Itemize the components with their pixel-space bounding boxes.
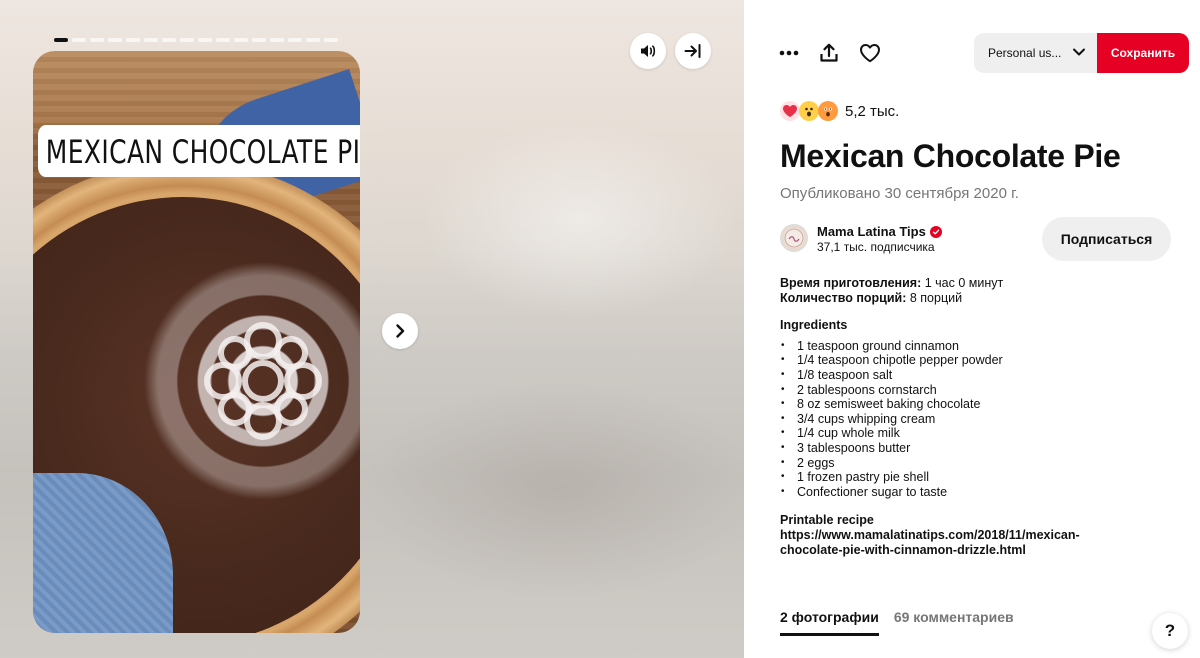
publish-date: Опубликовано 30 сентября 2020 г. xyxy=(780,185,1019,202)
ingredient-item: 8 oz semisweet baking chocolate xyxy=(780,397,1180,412)
expand-button[interactable] xyxy=(675,33,711,69)
reaction-count: 5,2 тыс. xyxy=(845,102,900,120)
story-progress-segment xyxy=(72,38,86,42)
story-progress-segment xyxy=(126,38,140,42)
story-progress-segment xyxy=(108,38,122,42)
prep-time-value: 1 час 0 минут xyxy=(921,276,1004,290)
pin-title: Mexican Chocolate Pie xyxy=(780,138,1121,174)
story-progress-segment xyxy=(144,38,158,42)
follow-button[interactable]: Подписаться xyxy=(1042,217,1171,261)
story-overlay-title: MEXICAN CHOCOLATE PIE xyxy=(38,125,360,177)
ellipsis-icon xyxy=(779,50,799,56)
story-progress-segment xyxy=(198,38,212,42)
story-progress-segment xyxy=(288,38,302,42)
background-blur xyxy=(360,380,744,600)
ingredients-list: 1 teaspoon ground cinnamon 1/4 teaspoon … xyxy=(780,339,1180,500)
creator-avatar[interactable] xyxy=(780,224,808,252)
ingredient-item: 1 teaspoon ground cinnamon xyxy=(780,339,1180,354)
creator-name[interactable]: Mama Latina Tips xyxy=(817,224,942,239)
ingredient-item: 3/4 cups whipping cream xyxy=(780,412,1180,427)
wow-reaction-icon xyxy=(799,101,819,121)
save-button[interactable]: Сохранить xyxy=(1097,33,1189,73)
prep-time-label: Время приготовления: xyxy=(780,276,922,290)
story-progress-segment xyxy=(90,38,104,42)
ingredient-item: 3 tablespoons butter xyxy=(780,441,1180,456)
verified-badge-icon xyxy=(929,225,942,238)
story-progress-bar xyxy=(54,38,338,42)
ingredient-item: 1/4 cup whole milk xyxy=(780,426,1180,441)
printable-recipe-link[interactable]: https://www.mamalatinatips.com/2018/11/m… xyxy=(780,528,1140,557)
story-progress-segment xyxy=(324,38,338,42)
tab-photos[interactable]: 2 фотографии xyxy=(780,609,879,636)
printable-recipe-heading: Printable recipe xyxy=(780,513,874,528)
prep-time-line: Время приготовления: 1 час 0 минут xyxy=(780,276,1180,291)
servings-value: 8 порций xyxy=(906,290,963,305)
story-progress-segment xyxy=(162,38,176,42)
mama-latina-logo-icon xyxy=(784,228,804,248)
story-progress-segment xyxy=(216,38,230,42)
ingredient-item: 1/8 teaspoon salt xyxy=(780,368,1180,383)
chevron-right-icon xyxy=(396,324,405,338)
pin-detail-panel: Personal us... Сохранить 5,2 тыс. Mexica… xyxy=(744,0,1200,658)
story-progress-segment xyxy=(180,38,194,42)
story-image[interactable]: MEXICAN CHOCOLATE PIE xyxy=(33,51,360,633)
servings-line: Количество порций: 8 порций xyxy=(780,291,1180,306)
ingredient-item: Confectioner sugar to taste xyxy=(780,485,1180,500)
background-blur xyxy=(420,120,740,320)
sound-button[interactable] xyxy=(630,33,666,69)
board-select-dropdown[interactable]: Personal us... xyxy=(974,33,1098,73)
servings-label: Количество порций: xyxy=(780,290,907,305)
ingredients-heading: Ingredients xyxy=(780,318,848,333)
pin-description: Время приготовления: 1 час 0 минут Колич… xyxy=(780,276,1180,557)
next-slide-button[interactable] xyxy=(382,313,418,349)
ingredient-item: 2 tablespoons cornstarch xyxy=(780,383,1180,398)
board-select-value: Personal us... xyxy=(988,46,1062,60)
arrow-to-right-icon xyxy=(684,44,701,58)
story-progress-segment xyxy=(306,38,320,42)
story-progress-segment xyxy=(54,38,68,42)
pin-tabs: 2 фотографии 69 комментариев xyxy=(780,609,1014,636)
help-button[interactable]: ? xyxy=(1152,613,1188,649)
heart-icon xyxy=(860,44,880,63)
pin-media-panel: MEXICAN CHOCOLATE PIE xyxy=(0,0,744,658)
reactions-summary[interactable]: 5,2 тыс. xyxy=(780,101,899,121)
story-progress-segment xyxy=(234,38,248,42)
speaker-icon xyxy=(641,45,656,57)
ingredient-item: 2 eggs xyxy=(780,456,1180,471)
tab-comments[interactable]: 69 комментариев xyxy=(894,609,1014,636)
heart-reaction-icon xyxy=(780,101,800,121)
follower-count: 37,1 тыс. подписчика xyxy=(817,240,935,254)
ingredient-item: 1/4 teaspoon chipotle pepper powder xyxy=(780,353,1180,368)
story-progress-segment xyxy=(270,38,284,42)
like-button[interactable] xyxy=(856,39,884,67)
creator-name-text[interactable]: Mama Latina Tips xyxy=(817,224,926,239)
shocked-reaction-icon xyxy=(818,101,838,121)
story-progress-segment xyxy=(252,38,266,42)
ingredient-item: 1 frozen pastry pie shell xyxy=(780,470,1180,485)
more-options-button[interactable] xyxy=(775,39,803,67)
share-button[interactable] xyxy=(815,39,843,67)
share-upload-icon xyxy=(820,43,838,62)
lace-stencil-pattern xyxy=(204,322,322,440)
chevron-down-icon xyxy=(1073,48,1085,56)
